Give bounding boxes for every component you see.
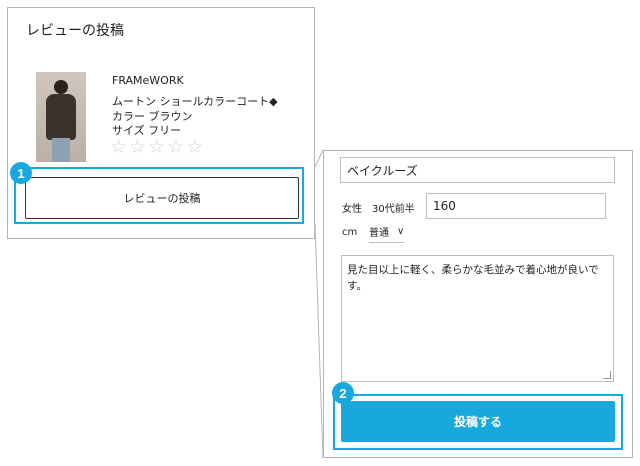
resize-handle-icon[interactable]	[603, 371, 611, 379]
submit-button[interactable]: 投稿する	[341, 401, 615, 442]
post-review-button[interactable]: レビューの投稿	[25, 177, 299, 219]
gender-age-label: 女性 30代前半	[342, 204, 415, 215]
step2-badge: 2	[332, 382, 354, 404]
review-textarea[interactable]: 見た目以上に軽く、柔らかな毛並みで着心地が良いです。	[341, 255, 614, 382]
chevron-down-icon: ∨	[397, 226, 405, 237]
fit-select[interactable]: 普通 ∨	[369, 224, 405, 243]
step1-badge: 1	[10, 162, 32, 184]
fit-select-value: 普通	[369, 228, 389, 239]
nickname-input[interactable]: ベイクルーズ	[340, 157, 615, 183]
height-unit-label: cm	[342, 227, 358, 238]
review-text: 見た目以上に軽く、柔らかな毛並みで着心地が良いです。	[347, 264, 599, 292]
height-input[interactable]: 160	[426, 193, 606, 219]
